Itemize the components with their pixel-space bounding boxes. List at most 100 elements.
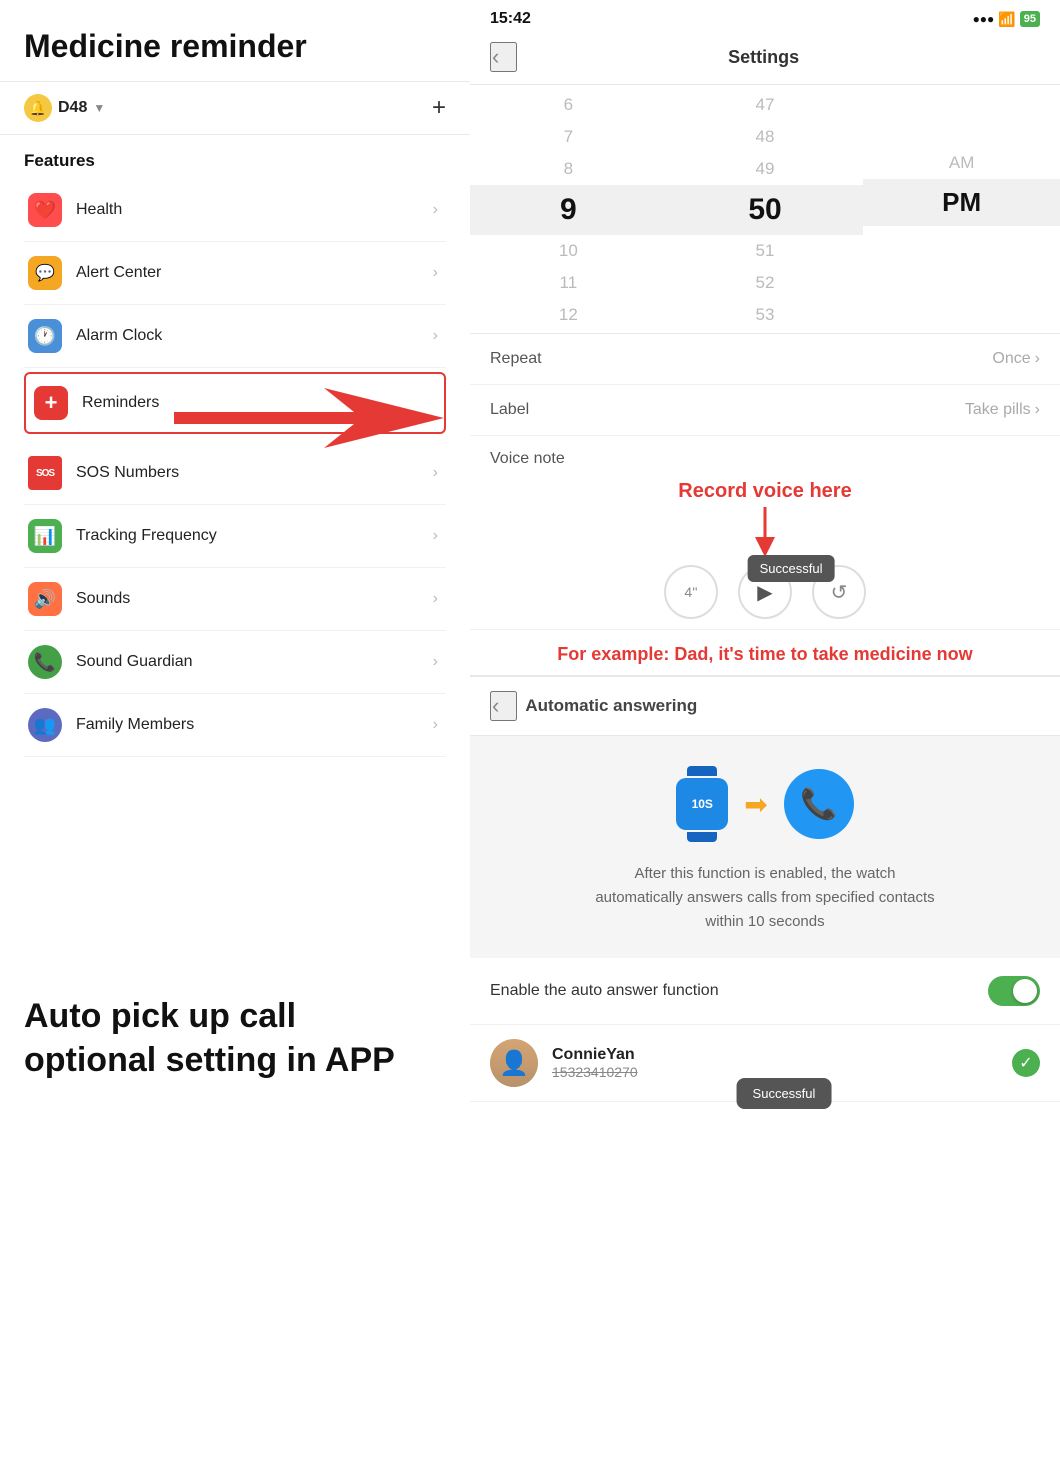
ampm-column: AM PM [863,89,1060,331]
sidebar-item-alert[interactable]: 💬 Alert Center › [24,242,446,305]
auto-answer-toggle[interactable] [988,976,1040,1006]
battery-badge: 95 [1020,11,1040,27]
watch-body: 10S [676,766,728,842]
page-title: Medicine reminder [0,0,470,81]
family-icon: 👥 [28,708,62,742]
contact-avatar: 👤 [490,1039,538,1087]
auto-answering-section: 10S ➡ 📞 After this function is enabled, … [470,736,1060,958]
voice-annotation: Record voice here [490,480,1040,557]
alert-icon: 💬 [28,256,62,290]
chevron-icon: › [433,590,438,608]
dropdown-icon: ▼ [93,101,105,115]
sidebar-item-alarm[interactable]: 🕐 Alarm Clock › [24,305,446,368]
successful-tooltip: Successful [748,555,835,582]
call-icon: 📞 [800,787,837,822]
voice-note-section: Voice note Record voice here Successful … [470,436,1060,630]
sidebar-item-sos[interactable]: SOS SOS Numbers › [24,442,446,505]
back-button[interactable]: ‹ [490,42,517,72]
chevron-icon: › [433,653,438,671]
label-label: Label [490,401,529,419]
sidebar-item-reminders[interactable]: + Reminders [24,372,446,434]
sidebar-item-sounds[interactable]: 🔊 Sounds › [24,568,446,631]
label-value: Take pills › [965,401,1040,419]
sidebar-item-guardian[interactable]: 📞 Sound Guardian › [24,631,446,694]
guardian-icon: 📞 [28,645,62,679]
watch-strap-bottom [687,832,717,842]
selected-hour[interactable]: 9 [470,185,667,235]
sounds-icon: 🔊 [28,582,62,616]
auto-answering-title: Automatic answering [525,696,697,716]
status-time: 15:42 [490,10,531,28]
features-label: Features [24,151,446,171]
auto-answering-nav[interactable]: ‹ Automatic answering [470,676,1060,736]
chevron-icon: › [433,527,438,545]
toggle-knob [1013,979,1037,1003]
orange-arrow-icon: ➡ [744,788,767,821]
repeat-label: Repeat [490,350,542,368]
repeat-row[interactable]: Repeat Once › [470,334,1060,385]
device-name[interactable]: 🔔 D48 ▼ [24,94,105,122]
nav-title: Settings [517,47,1010,68]
left-panel: Medicine reminder 🔔 D48 ▼ + Features ❤️ … [0,0,470,1481]
signal-icon: ●●● [973,12,995,26]
hours-column: 6 7 8 9 10 11 12 [470,89,667,331]
chevron-icon: › [433,716,438,734]
chevron-icon: › [433,201,438,219]
minutes-column: 47 48 49 50 51 52 53 [667,89,864,331]
auto-answer-description: After this function is enabled, the watc… [595,862,935,934]
watch-screen: 10S [676,778,728,830]
reminders-label: Reminders [82,394,159,412]
health-label: Health [76,201,122,219]
bottom-title: Auto pick up call optional setting in AP… [24,994,436,1082]
phone-call-icon: 📞 [784,769,854,839]
tracking-icon: 📊 [28,519,62,553]
label-row[interactable]: Label Take pills › [470,385,1060,436]
status-bar: 15:42 ●●● 📶 95 [470,0,1060,34]
settings-nav: ‹ Settings [470,34,1060,85]
sos-icon: SOS [28,456,62,490]
chevron-icon: › [433,264,438,282]
right-panel: 15:42 ●●● 📶 95 ‹ Settings 6 7 8 9 10 11 … [470,0,1060,1481]
chevron-icon: › [433,327,438,345]
duration-badge: 4'' [664,565,718,619]
alert-label: Alert Center [76,264,161,282]
voice-note-label: Voice note [490,450,1040,468]
sidebar-item-health[interactable]: ❤️ Health › [24,179,446,242]
contact-successful-tooltip: Successful [737,1078,832,1109]
guardian-label: Sound Guardian [76,653,193,671]
time-picker: 6 7 8 9 10 11 12 47 48 49 50 51 52 53 [470,85,1060,334]
enable-auto-answer-row: Enable the auto answer function [470,958,1060,1025]
record-voice-arrow [745,507,785,557]
contact-check-icon: ✓ [1012,1049,1040,1077]
replay-icon: ↺ [831,580,848,605]
family-label: Family Members [76,716,194,734]
sos-label: SOS Numbers [76,464,179,482]
device-icon: 🔔 [24,94,52,122]
status-icons: ●●● 📶 95 [973,11,1040,28]
health-icon: ❤️ [28,193,62,227]
chevron-icon: › [1035,401,1040,419]
contact-name: ConnieYan [552,1046,1012,1064]
bottom-text: Auto pick up call optional setting in AP… [0,970,460,1106]
record-voice-text: Record voice here [678,480,851,503]
watch-strap-top [687,766,717,776]
chevron-icon: › [433,464,438,482]
device-label: D48 [58,99,87,117]
sidebar-item-tracking[interactable]: 📊 Tracking Frequency › [24,505,446,568]
selected-ampm[interactable]: PM [863,179,1060,226]
chevron-icon: › [1035,350,1040,368]
features-section: Features ❤️ Health › 💬 Alert Center › 🕐 … [0,135,470,765]
example-annotation: For example: Dad, it's time to take medi… [490,642,1040,667]
avatar-face: 👤 [490,1039,538,1087]
add-button[interactable]: + [432,94,446,122]
device-bar: 🔔 D48 ▼ + [0,81,470,135]
auto-back-button[interactable]: ‹ [490,691,517,721]
play-icon: ▶ [757,580,772,605]
selected-minute[interactable]: 50 [667,185,864,235]
contact-row[interactable]: 👤 ConnieYan 15323410270 ✓ Successful [470,1025,1060,1102]
example-text: For example: Dad, it's time to take medi… [470,630,1060,676]
repeat-value: Once › [992,350,1040,368]
wifi-icon: 📶 [998,11,1015,28]
sidebar-item-family[interactable]: 👥 Family Members › [24,694,446,757]
voice-note-controls: Successful 4'' ▶ ↺ [490,565,1040,619]
